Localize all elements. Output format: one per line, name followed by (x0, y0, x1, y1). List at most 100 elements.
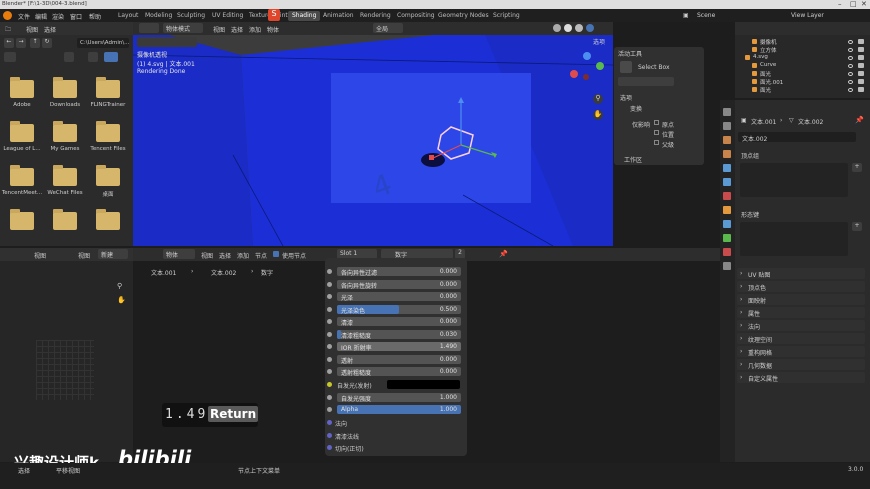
y-axis-icon[interactable] (596, 62, 604, 70)
vp-menu-object[interactable]: 物体 (267, 25, 279, 34)
image-editor[interactable]: 视图 视图 新建 ⚲ ✋ (0, 248, 133, 462)
x-axis-icon[interactable] (570, 70, 578, 78)
outliner-item[interactable]: 面光.001 (738, 78, 868, 86)
workspace-tab-5[interactable]: Shading (288, 11, 321, 21)
pan-hand-icon[interactable]: ✋ (593, 110, 603, 120)
outliner-item[interactable]: 面光 (738, 70, 868, 78)
emission-socket[interactable] (327, 382, 332, 387)
use-nodes-checkbox[interactable] (273, 251, 279, 257)
wireframe-shading-icon[interactable] (553, 24, 561, 32)
properties-tab-icon[interactable] (723, 108, 731, 116)
properties-tab-icon[interactable] (723, 136, 731, 144)
properties-tab-icon[interactable] (723, 220, 731, 228)
blender-logo-icon[interactable] (3, 11, 12, 20)
menu-1[interactable]: 编辑 (35, 12, 47, 21)
editor-type-icon[interactable]: 🗀 (5, 25, 11, 35)
menu-0[interactable]: 文件 (18, 12, 30, 21)
alpha-field[interactable]: Alpha 1.000 (337, 405, 461, 414)
new-image-button[interactable]: 新建 (98, 249, 128, 259)
workspace-tab-0[interactable]: Layout (114, 11, 142, 21)
tangent-socket[interactable] (327, 445, 332, 450)
path-field[interactable]: C:\Users\Admin\... (77, 38, 129, 48)
folder-item[interactable]: Tencent Files (86, 120, 130, 160)
normal-socket[interactable] (327, 420, 332, 425)
minimize-icon[interactable]: – (838, 0, 842, 8)
parents-checkbox[interactable] (654, 140, 659, 145)
properties-tab-icon[interactable] (723, 178, 731, 186)
properties-section[interactable]: › 几何数据 (737, 359, 865, 370)
visibility-eye-icon[interactable] (848, 80, 853, 84)
bsdf-prop-field[interactable]: 各向异性旋转 0.000 (337, 280, 461, 290)
input-socket[interactable] (327, 344, 332, 349)
visibility-eye-icon[interactable] (848, 48, 853, 52)
z-axis-icon[interactable] (583, 52, 591, 60)
workspace-tab-2[interactable]: Sculpting (173, 11, 209, 21)
close-icon[interactable]: ✕ (861, 0, 867, 8)
visibility-eye-icon[interactable] (848, 56, 853, 60)
render-camera-icon[interactable] (858, 55, 864, 60)
workspace-tab-10[interactable]: Scripting (489, 11, 524, 21)
menu-3[interactable]: 窗口 (70, 12, 82, 21)
workspace-tab-7[interactable]: Rendering (356, 11, 395, 21)
options-button[interactable]: 选项 (593, 37, 605, 46)
clearcoat-normal-socket[interactable] (327, 433, 332, 438)
properties-section[interactable]: › 属性 (737, 307, 865, 318)
vertex-groups-list[interactable] (740, 163, 848, 197)
shape-keys-title[interactable]: 形态键 (741, 210, 759, 219)
editor-type-icon[interactable] (139, 23, 159, 33)
render-camera-icon[interactable] (858, 87, 864, 92)
add-vertex-group-icon[interactable]: + (852, 163, 862, 172)
outliner-item[interactable]: Curve (738, 62, 868, 70)
ne-menu-add[interactable]: 添加 (237, 251, 249, 260)
bsdf-prop-field[interactable]: 透射 0.000 (337, 355, 461, 365)
data-name-field[interactable]: 文本.002 (738, 132, 856, 143)
add-shape-key-icon[interactable]: + (852, 222, 862, 231)
properties-section[interactable]: › UV 贴图 (737, 268, 865, 279)
rendered-shading-icon[interactable] (586, 24, 594, 32)
material-shading-icon[interactable] (575, 24, 583, 32)
properties-section[interactable]: › 纹理空间 (737, 333, 865, 344)
refresh-icon[interactable]: ↻ (42, 38, 52, 48)
emission-color-swatch[interactable] (387, 380, 460, 389)
vp-menu-select[interactable]: 选择 (231, 25, 243, 34)
vp-menu-add[interactable]: 添加 (249, 25, 261, 34)
view-layer-name[interactable]: View Layer (791, 12, 824, 19)
outliner-item[interactable]: 立方体 (738, 46, 868, 54)
properties-tab-icon[interactable] (723, 150, 731, 158)
workspace-tab-9[interactable]: Geometry Nodes (434, 11, 493, 21)
bsdf-prop-field[interactable]: 清漆粗糙度 0.030 (337, 330, 461, 340)
scene-icon[interactable]: ▣ (683, 12, 689, 19)
input-socket[interactable] (327, 269, 332, 274)
transform-orientation[interactable]: 全局 (373, 23, 403, 33)
mode-selector[interactable]: 物体模式 (163, 23, 203, 33)
new-folder-icon[interactable] (4, 52, 16, 62)
folder-item[interactable]: WeChat Files (43, 164, 87, 204)
input-socket[interactable] (327, 332, 332, 337)
folder-item[interactable]: My Games (43, 120, 87, 160)
render-camera-icon[interactable] (858, 71, 864, 76)
toolbar-strip[interactable] (137, 37, 197, 47)
display-mode-icon[interactable] (64, 52, 74, 62)
folder-item[interactable]: TencentMeet... (0, 164, 44, 204)
properties-section[interactable]: › 顶点色 (737, 281, 865, 292)
render-camera-icon[interactable] (858, 39, 864, 44)
fb-menu-select[interactable]: 选择 (44, 25, 56, 34)
input-socket[interactable] (327, 294, 332, 299)
properties-tab-icon[interactable] (723, 192, 731, 200)
bsdf-prop-field[interactable]: 各向异性过滤 0.000 (337, 267, 461, 277)
visibility-eye-icon[interactable] (848, 64, 853, 68)
pin-icon[interactable]: 📌 (499, 250, 508, 258)
filter-icon[interactable] (104, 52, 118, 62)
fb-menu-view[interactable]: 视图 (26, 25, 38, 34)
properties-tab-icon[interactable] (723, 234, 731, 242)
folder-item[interactable] (86, 208, 130, 248)
ne-menu-select[interactable]: 选择 (219, 251, 231, 260)
select-box-icon[interactable] (620, 61, 632, 73)
scene-name[interactable]: Scene (697, 12, 715, 19)
sort-icon[interactable] (88, 52, 98, 62)
input-socket[interactable] (327, 319, 332, 324)
input-socket[interactable] (327, 369, 332, 374)
zoom-icon[interactable]: ⚲ (593, 94, 603, 104)
vertex-groups-title[interactable]: 顶点组 (741, 151, 759, 160)
origins-checkbox[interactable] (654, 120, 659, 125)
